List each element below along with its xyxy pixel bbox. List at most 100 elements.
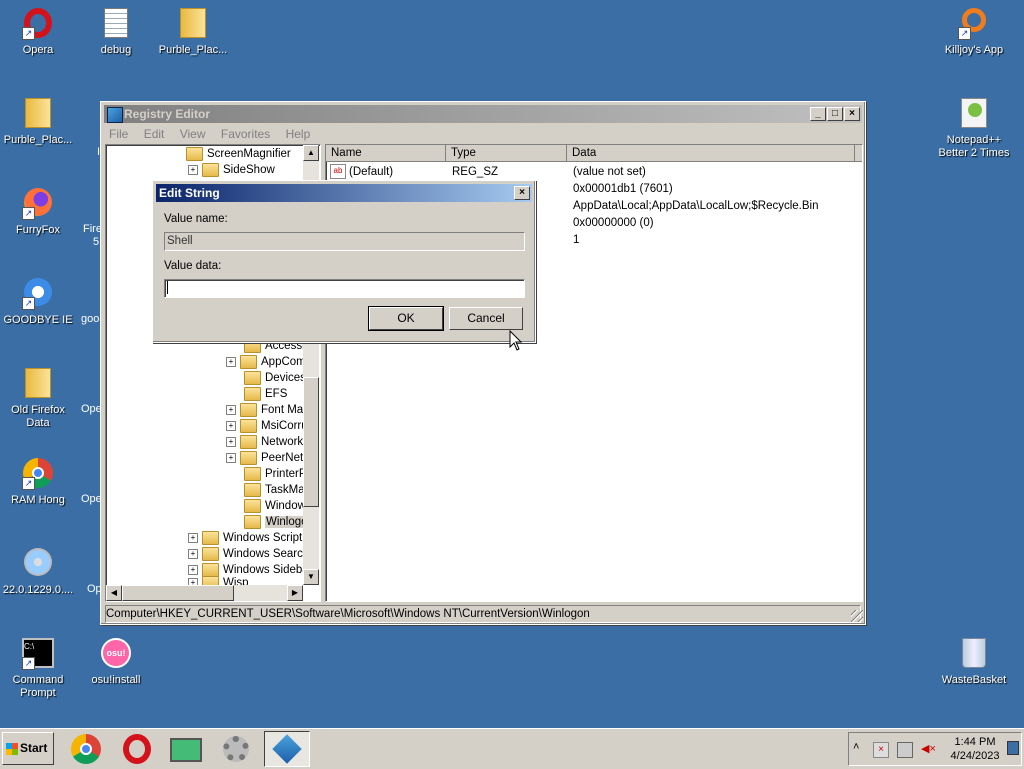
taskbar-opera-icon[interactable] (117, 733, 157, 765)
tree-item[interactable]: + Font Ma (226, 402, 303, 418)
desktop-icon-killjoys-app[interactable]: ↗ Killjoy's App (936, 8, 1012, 57)
folder-icon (244, 386, 261, 401)
taskbar-settings-gear-icon[interactable] (216, 733, 256, 765)
network-tray-icon[interactable] (897, 742, 913, 758)
folder-icon (240, 434, 257, 449)
desktop-icon-old-firefox-data[interactable]: Old Firefox Data (0, 368, 76, 430)
tree-item[interactable]: + PeerNet (226, 450, 303, 466)
minimize-button[interactable]: _ (810, 107, 826, 121)
tree-item[interactable]: + Wisp (188, 575, 249, 585)
desktop-icon-wastebasket[interactable]: WasteBasket (936, 638, 1012, 687)
expand-icon[interactable]: + (226, 356, 236, 367)
desktop-icon-furryfox[interactable]: ↗ FurryFox (0, 188, 76, 237)
expand-icon[interactable]: + (188, 164, 198, 175)
tree-item[interactable]: PrinterP (244, 466, 307, 482)
tree-item[interactable]: + MsiCorru (226, 418, 308, 434)
desktop-icon-opera[interactable]: ↗ Opera (0, 8, 76, 57)
tree-item[interactable]: EFS (244, 386, 287, 402)
partial-label: Ope (81, 403, 102, 415)
expand-icon[interactable]: + (226, 420, 236, 431)
ok-button[interactable]: OK (368, 306, 444, 331)
column-header-name[interactable]: Name (326, 145, 446, 162)
show-desktop-icon[interactable] (1007, 741, 1019, 755)
firefox-icon: ↗ (22, 188, 54, 220)
tree-item[interactable]: + Windows Search (188, 546, 309, 562)
menu-help[interactable]: Help (286, 127, 311, 141)
desktop-icon-debug[interactable]: debug (78, 8, 154, 57)
scroll-right-button[interactable]: ▶ (287, 585, 303, 601)
tree-item[interactable]: Devices (244, 370, 306, 386)
start-button[interactable]: Start (2, 732, 54, 765)
expand-icon[interactable]: + (188, 564, 198, 575)
desktop-icon-notepadpp[interactable]: Notepad++ Better 2 Times (936, 98, 1012, 160)
scroll-up-button[interactable]: ▲ (303, 145, 319, 161)
desktop-icon-command-prompt[interactable]: C:\ ↗ Command Prompt (0, 638, 76, 700)
menu-bar: File Edit View Favorites Help (109, 126, 322, 142)
scroll-left-button[interactable]: ◀ (106, 585, 122, 601)
taskbar-regedit-button[interactable] (264, 731, 310, 767)
tree-item[interactable]: ScreenMagnifier (186, 146, 291, 162)
menu-edit[interactable]: Edit (144, 127, 165, 141)
volume-muted-icon[interactable]: ◀× (921, 742, 936, 756)
column-header-filler (855, 145, 862, 162)
dialog-close-button[interactable]: × (514, 186, 530, 200)
close-button[interactable]: × (844, 107, 860, 121)
folder-icon (244, 370, 261, 385)
scroll-thumb[interactable] (122, 585, 234, 601)
folder-icon (202, 530, 219, 545)
folder-icon (240, 450, 257, 465)
cancel-button[interactable]: Cancel (449, 307, 523, 330)
folder-icon (22, 98, 54, 130)
expand-icon[interactable]: + (226, 452, 236, 463)
column-header-data[interactable]: Data (567, 145, 855, 162)
expand-icon[interactable]: + (226, 404, 236, 415)
desktop-icon-osu-install[interactable]: osu! osu!install (78, 638, 154, 687)
desktop-icon-installer[interactable]: 22.0.1229.0.... (0, 548, 76, 597)
menu-view[interactable]: View (180, 127, 206, 141)
desktop-icon-purble-place-2[interactable]: Purble_Plac... (0, 98, 76, 147)
scroll-thumb[interactable] (303, 377, 319, 507)
action-center-flag-icon[interactable]: × (873, 742, 889, 758)
taskbar: Start ˄ × ◀× 1:44 PM 4/24/2023 (0, 728, 1024, 769)
expand-icon[interactable]: + (188, 577, 198, 585)
value-name-field: Shell (164, 232, 525, 251)
tree-horizontal-scrollbar[interactable]: ◀ ▶ (106, 585, 303, 601)
value-data: (value not set) (573, 166, 646, 178)
partial-label: 5 (93, 236, 100, 248)
maximize-button[interactable]: □ (827, 107, 843, 121)
installer-icon (22, 548, 54, 580)
folder-icon (22, 368, 54, 400)
column-header-type[interactable]: Type (446, 145, 567, 162)
expand-icon[interactable]: + (188, 548, 198, 559)
resize-grip-icon[interactable] (851, 610, 863, 622)
show-hidden-icons-chevron-icon[interactable]: ˄ (853, 741, 859, 753)
folder-icon (202, 575, 219, 585)
clock-date[interactable]: 4/24/2023 (943, 750, 1007, 762)
tree-item[interactable]: TaskMan (244, 482, 311, 498)
value-data-input[interactable] (164, 279, 525, 298)
tree-item[interactable]: + AppCom (226, 354, 306, 370)
tree-item[interactable]: + Windows Script (188, 530, 302, 546)
menu-file[interactable]: File (109, 127, 128, 141)
status-bar: Computer\HKEY_CURRENT_USER\Software\Micr… (105, 605, 861, 623)
scroll-down-button[interactable]: ▼ (303, 569, 319, 585)
taskbar-chrome-icon[interactable] (66, 733, 106, 765)
expand-icon[interactable]: + (226, 436, 236, 447)
regedit-icon (272, 734, 302, 764)
desktop-icon-goodbye-ie[interactable]: ↗ GOODBYE IE (0, 278, 76, 327)
tree-item[interactable]: + Network (226, 434, 303, 450)
tree-item[interactable]: Windows (244, 498, 312, 514)
desktop-icon-purble-place-1[interactable]: Purble_Plac... (155, 8, 231, 57)
registry-editor-titlebar[interactable]: Registry Editor _ □ × (104, 105, 862, 123)
regedit-icon (107, 107, 123, 123)
taskbar-network-icon[interactable] (166, 733, 206, 765)
tree-item[interactable]: + SideShow (188, 162, 275, 178)
clock-time[interactable]: 1:44 PM (947, 736, 1003, 748)
expand-icon[interactable]: + (188, 532, 198, 543)
desktop-icon-ram-hong[interactable]: ↗ RAM Hong (0, 458, 76, 507)
dialog-titlebar[interactable]: Edit String × (156, 184, 532, 202)
partial-label: Ope (81, 493, 102, 505)
value-row[interactable]: ab (Default) (330, 164, 393, 180)
edit-string-dialog: Edit String × Value name: Shell Value da… (152, 180, 536, 343)
menu-favorites[interactable]: Favorites (221, 127, 270, 141)
